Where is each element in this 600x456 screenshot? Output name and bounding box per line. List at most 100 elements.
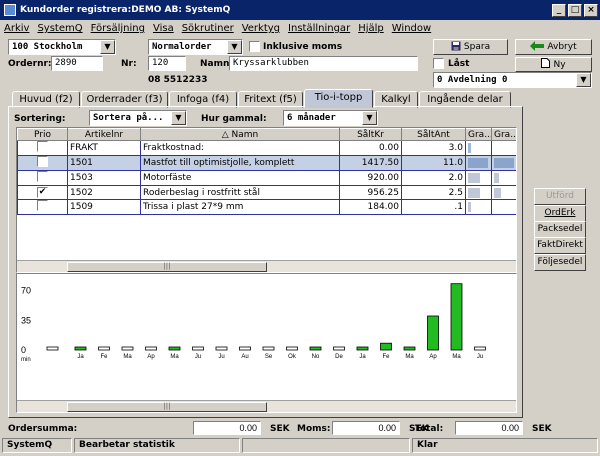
table-row[interactable]: 1503 Motorfäste 920.00 2.0 <box>17 170 516 186</box>
minimize-button[interactable]: _ <box>552 3 566 17</box>
locked[interactable]: Låst <box>433 58 469 69</box>
ordertype-value: Normalorder <box>152 42 212 52</box>
namn-field[interactable]: Kryssarklubben <box>229 56 418 71</box>
packsedel-button[interactable]: Packsedel <box>534 221 586 238</box>
ordertype-select[interactable]: Normalorder ▼ <box>148 39 243 55</box>
spara-button[interactable]: Spara <box>433 39 508 55</box>
artikelnr-cell: 1509 <box>67 199 141 215</box>
artikelnr-cell: 1503 <box>67 170 141 186</box>
artikelnr-cell: 1501 <box>67 155 141 171</box>
ordernr-field[interactable]: 2890 <box>51 56 103 71</box>
prio-checkbox[interactable] <box>37 156 48 167</box>
window-title: Kundorder registrera:DEMO AB: SystemQ <box>20 5 231 15</box>
sek-label-1: SEK <box>270 424 290 434</box>
sortering-label: Sortering: <box>14 114 66 124</box>
moms-label: Moms: <box>297 424 331 434</box>
close-button[interactable]: × <box>584 3 598 17</box>
x-tick-label: Ma <box>123 354 132 360</box>
avbryt-button[interactable]: Avbryt <box>515 39 592 55</box>
artikelnr-cell: 1502 <box>67 185 141 200</box>
foljesedel-button[interactable]: Följesedel <box>534 254 586 271</box>
graph-cell <box>491 185 516 200</box>
menu-hjalp[interactable]: Hjälp <box>354 23 388 34</box>
app-icon <box>4 4 16 16</box>
chart-horizontal-scrollbar[interactable]: ||| <box>17 400 516 412</box>
locked-checkbox[interactable] <box>433 58 444 69</box>
prio-checkbox[interactable] <box>37 171 48 182</box>
menu-visa[interactable]: Visa <box>149 23 178 34</box>
col-saltkr[interactable]: SåltKr <box>339 128 402 141</box>
chevron-down-icon[interactable]: ▼ <box>100 40 115 54</box>
x-tick-label: Ja <box>359 354 366 360</box>
nr-label: Nr: <box>121 59 137 69</box>
table-row[interactable]: 1509 Trissa i plast 27*9 mm 184.00 .1 <box>17 199 516 215</box>
x-tick-label: Ja <box>77 354 84 360</box>
prio-checkbox[interactable]: ✔ <box>37 187 48 198</box>
hurgammal-select[interactable]: 6 månader ▼ <box>283 110 378 126</box>
menu-installningar[interactable]: Inställningar <box>284 23 354 34</box>
chart-bar <box>145 346 157 351</box>
x-tick-label: Ju <box>218 354 224 360</box>
saltkr-cell: 920.00 <box>339 170 402 186</box>
menu-arkiv[interactable]: Arkiv <box>0 23 33 34</box>
menu-systemq[interactable]: SystemQ <box>33 23 86 34</box>
x-tick-label: Ma <box>405 354 414 360</box>
orderk-button[interactable]: OrdErk <box>534 205 586 222</box>
col-prio[interactable]: Prio <box>17 128 68 141</box>
graph-cell <box>465 199 492 215</box>
col-namn[interactable]: △ Namn <box>140 128 340 141</box>
nr-field[interactable]: 120 <box>148 56 186 71</box>
department-select[interactable]: 0 Avdelning 0 ▼ <box>433 72 592 88</box>
table-row[interactable]: FRAKT Fraktkostnad: 0.00 3.0 <box>17 140 516 156</box>
inclusive-moms[interactable]: Inklusive moms <box>249 41 342 52</box>
saltant-cell: .1 <box>401 199 466 215</box>
menu-sokrutiner[interactable]: Sökrutiner <box>178 23 238 34</box>
prio-checkbox[interactable] <box>37 200 48 211</box>
col-graph2[interactable]: Gra... <box>491 128 516 141</box>
graph-cell <box>465 155 492 171</box>
col-graph1[interactable]: Gra... <box>465 128 492 141</box>
total-label: Total: <box>415 424 444 434</box>
table-header: Prio Artikelnr △ Namn SåltKr SåltAnt Gra… <box>17 128 516 141</box>
scrollbar-thumb[interactable]: ||| <box>67 402 267 412</box>
menu-forsaljning[interactable]: Försäljning <box>87 23 149 34</box>
chart-bar <box>121 346 134 351</box>
chevron-down-icon[interactable]: ▼ <box>576 73 591 87</box>
utford-button[interactable]: Utförd <box>534 188 586 205</box>
phone-number: 08 5512233 <box>148 75 208 85</box>
tab-tio-i-topp[interactable]: Tio-i-topp <box>304 89 373 108</box>
table-horizontal-scrollbar[interactable]: ||| <box>17 260 516 272</box>
sales-chart: 70 35 0 min Ja Fe Ma Ap Ma Ju Ju Au Se Ok No De Ja Fe Ma Ap… <box>16 273 517 413</box>
sortering-select[interactable]: Sortera på... ▼ <box>89 110 187 126</box>
chart-bar <box>262 346 275 351</box>
saltkr-cell: 1417.50 <box>339 155 402 171</box>
col-saltant[interactable]: SåltAnt <box>401 128 466 141</box>
department-value: 0 Avdelning 0 <box>437 75 508 85</box>
chevron-down-icon[interactable]: ▼ <box>362 111 377 125</box>
table-row[interactable]: 1501 Mastfot till optimistjolle, komplet… <box>17 155 516 171</box>
total-field: 0.00 <box>455 421 523 435</box>
table-row[interactable]: ✔ 1502 Roderbeslag i rostfritt stål 956.… <box>17 185 516 200</box>
inclusive-moms-checkbox[interactable] <box>249 41 260 52</box>
scrollbar-thumb[interactable]: ||| <box>67 262 267 272</box>
customer-select[interactable]: 100 Stockholm ▼ <box>8 39 116 55</box>
chart-bar <box>380 342 392 351</box>
maximize-button[interactable]: □ <box>568 3 582 17</box>
faktdirekt-button[interactable]: FaktDirekt <box>534 237 586 254</box>
sortering-value: Sortera på... <box>93 113 164 123</box>
menu-verktyg[interactable]: Verktyg <box>238 23 284 34</box>
menu-window[interactable]: Window <box>388 23 435 34</box>
prio-checkbox[interactable] <box>37 141 48 152</box>
col-artikelnr[interactable]: Artikelnr <box>67 128 141 141</box>
x-tick-label: Ju <box>195 354 201 360</box>
x-tick-label: No <box>312 354 320 360</box>
saltant-cell: 2.5 <box>401 185 466 200</box>
y-tick-label: 70 <box>21 286 31 296</box>
customer-value: 100 Stockholm <box>12 42 83 52</box>
chevron-down-icon[interactable]: ▼ <box>227 40 242 54</box>
ny-button[interactable]: Ny <box>515 57 592 72</box>
x-tick-label: Se <box>265 354 273 360</box>
namn-cell: Fraktkostnad: <box>140 140 340 156</box>
chart-svg: 70 35 0 min Ja Fe Ma Ap Ma Ju Ju Au Se Ok No De Ja Fe Ma Ap… <box>21 283 486 363</box>
chevron-down-icon[interactable]: ▼ <box>171 111 186 125</box>
